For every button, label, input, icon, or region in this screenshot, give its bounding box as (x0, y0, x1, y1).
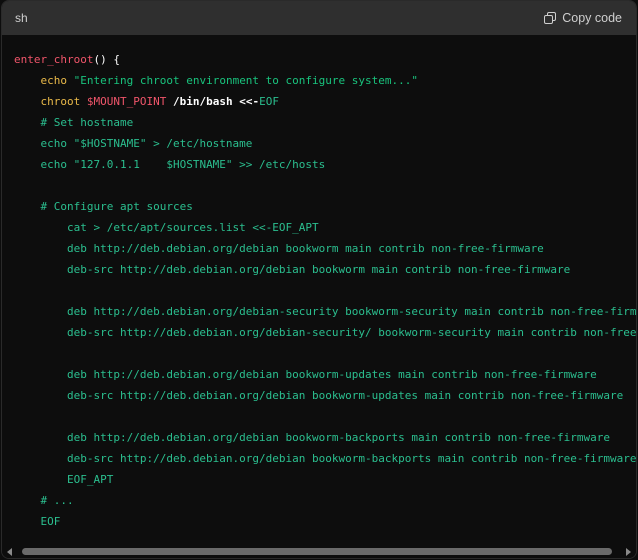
mount-point-variable: $MOUNT_POINT (86, 95, 167, 108)
code-line-1-rest: () { (93, 53, 120, 66)
code-line: deb-src http://deb.debian.org/debian boo… (66, 452, 636, 465)
heredoc-delimiter: EOF (259, 95, 279, 108)
horizontal-scrollbar[interactable] (2, 544, 636, 558)
code-line: deb http://deb.debian.org/debian bookwor… (66, 368, 597, 381)
code-line: EOF_APT (66, 473, 114, 486)
scrollbar-thumb[interactable] (22, 548, 612, 555)
code-line: deb-src http://deb.debian.org/debian boo… (66, 389, 624, 402)
copy-code-button[interactable]: Copy code (544, 11, 622, 25)
code-line: deb http://deb.debian.org/debian bookwor… (66, 431, 611, 444)
scroll-right-arrow-icon[interactable] (626, 548, 631, 556)
code-block-header: sh Copy code (2, 1, 636, 35)
code-language-label: sh (15, 11, 28, 25)
copy-code-label: Copy code (562, 11, 622, 25)
code-line: deb http://deb.debian.org/debian-securit… (66, 305, 636, 318)
chroot-keyword: chroot (40, 95, 81, 108)
code-line: deb-src http://deb.debian.org/debian boo… (66, 263, 571, 276)
heredoc-operator: <<- (239, 95, 260, 108)
code-line: echo "$HOSTNAME" > /etc/hostname (40, 137, 253, 150)
bash-path: /bin/bash (172, 95, 233, 108)
code-line: deb http://deb.debian.org/debian bookwor… (66, 242, 544, 255)
code-line: EOF (40, 515, 61, 528)
code-line: # ... (40, 494, 74, 507)
scroll-left-arrow-icon[interactable] (7, 548, 12, 556)
code-text: enter_chroot() { echo "Entering chroot e… (2, 35, 636, 532)
code-line: echo "127.0.1.1 $HOSTNAME" >> /etc/hosts (40, 158, 326, 171)
code-line: # Set hostname (40, 116, 134, 129)
code-block: sh Copy code enter_chroot() { echo "Ente… (1, 0, 637, 559)
code-line: deb-src http://deb.debian.org/debian-sec… (66, 326, 636, 339)
echo-keyword: echo (40, 74, 68, 87)
function-name: enter_chroot (14, 53, 94, 66)
code-content[interactable]: enter_chroot() { echo "Entering chroot e… (2, 35, 636, 544)
echo-string: "Entering chroot environment to configur… (73, 74, 418, 87)
code-line: # Configure apt sources (40, 200, 193, 213)
copy-icon (544, 12, 557, 24)
code-line: cat > /etc/apt/sources.list <<-EOF_APT (66, 221, 319, 234)
